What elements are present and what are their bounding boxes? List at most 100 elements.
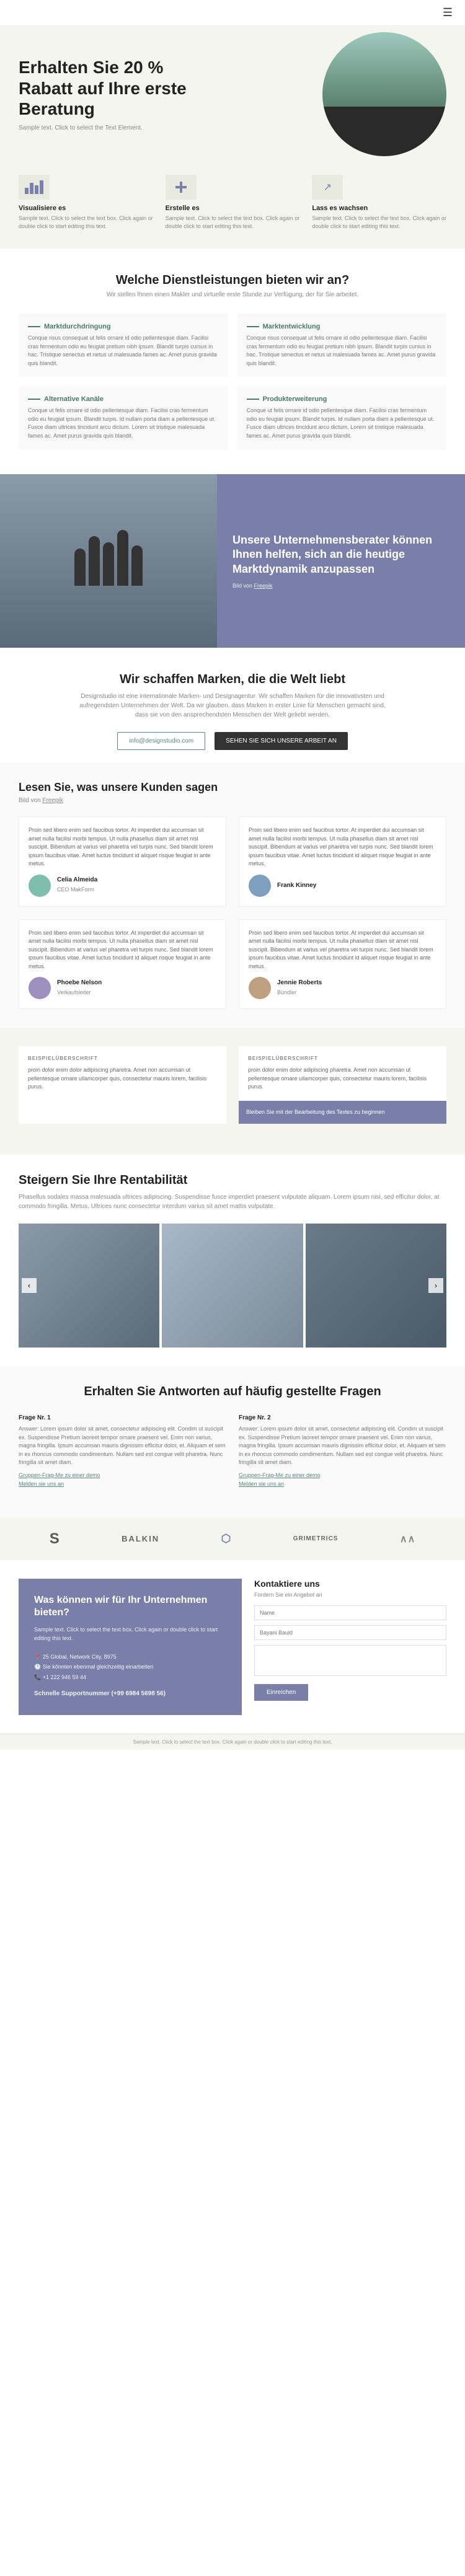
- service-desc: Conque ut felis ornare id odio pellentes…: [28, 407, 219, 440]
- services-section: Welche Dienstleistungen bieten wir an? W…: [0, 249, 465, 474]
- faq-item-1: Frage Nr. 2 Answer: Lorem ipsum dolor si…: [239, 1414, 446, 1487]
- split-section: Unsere Unternehmensberater können Ihnen …: [0, 474, 465, 648]
- logo-1: BALKIN: [122, 1534, 159, 1543]
- service-desc: Conque risus consequat ut felis ornare i…: [247, 334, 438, 368]
- plus-icon: [175, 182, 187, 193]
- service-title: Marktdurchdringung: [28, 323, 219, 330]
- logo-0: S: [50, 1530, 60, 1548]
- split-sublabel: Bild von Freepik: [232, 583, 450, 589]
- blog-label-1: BEISPIELÜBERSCHRIFT: [28, 1056, 217, 1061]
- author-info: Jennie Roberts Bündler: [277, 979, 322, 997]
- clock-icon: 🕐: [34, 1664, 43, 1670]
- email-input[interactable]: [254, 1625, 446, 1640]
- feature-title: Visualisiere es: [19, 205, 153, 212]
- logos-section: S BALKIN ⬡ GRIMETRICS ∧∧: [0, 1518, 465, 1560]
- person-silhouette: [131, 545, 143, 586]
- brand-desc: Designstudio ist eine internationale Mar…: [78, 692, 388, 720]
- address-line: 📍 25 Global, Network City, 8975: [34, 1652, 226, 1662]
- service-card-1: Marktentwicklung Conque risus consequat …: [237, 314, 447, 377]
- faq-link-2[interactable]: Melden sie uns an: [19, 1481, 226, 1487]
- author-name: Jennie Roberts: [277, 979, 322, 986]
- visit-line: 🕐 Sie könnten ebenmal gleichzeitig einar…: [34, 1662, 226, 1672]
- menu-icon[interactable]: ☰: [443, 6, 453, 19]
- hero-headline: Erhalten Sie 20 % Rabatt auf Ihre erste …: [19, 57, 192, 120]
- brand-buttons: info@designstudio.com SEHEN SIE SICH UNS…: [19, 732, 446, 750]
- create-icon-box: [166, 175, 197, 200]
- footer-right: Kontaktiere uns Fordern Sie ein Angebot …: [254, 1579, 446, 1715]
- avatar: [29, 977, 51, 999]
- service-desc: Conque risus consequat ut felis ornare i…: [28, 334, 219, 368]
- person-silhouette: [117, 530, 128, 586]
- faq-link-3[interactable]: Gruppen-Frag-Me zu einer demo: [239, 1472, 446, 1478]
- service-title: Produkterweiterung: [247, 395, 438, 403]
- testimonial-author: Celia Almeida CEO MakForm: [29, 875, 216, 897]
- blog-text-2: proin dolor enim dolor adipiscing pharet…: [248, 1066, 437, 1092]
- testimonial-text: Proin sed libero enim sed faucibus torto…: [249, 826, 436, 868]
- topbar: ☰: [0, 0, 465, 26]
- testimonial-author: Jennie Roberts Bündler: [249, 977, 436, 999]
- footer-right-sublabel: Fordern Sie ein Angebot an: [254, 1592, 446, 1598]
- author-info: Celia Almeida CEO MakForm: [57, 876, 97, 894]
- blog-section: BEISPIELÜBERSCHRIFT proin dolor enim dol…: [0, 1028, 465, 1155]
- footer-left-headline: Was können wir für Ihr Unternehmen biete…: [34, 1594, 226, 1620]
- testimonial-text: Proin sed libero enim sed faucibus torto…: [249, 929, 436, 971]
- service-title: Alternative Kanäle: [28, 395, 219, 403]
- features-strip: Visualisiere es Sample text. Click to se…: [0, 162, 465, 249]
- people-silhouettes: [74, 530, 143, 592]
- message-field-group: [254, 1645, 446, 1679]
- brand-section: Wir schaffen Marken, die die Welt liebt …: [0, 648, 465, 762]
- blog-right: BEISPIELÜBERSCHRIFT proin dolor enim dol…: [239, 1046, 446, 1124]
- author-role: Verkaufsleiter: [57, 989, 91, 995]
- testimonial-0: Proin sed libero enim sed faucibus torto…: [19, 816, 226, 907]
- services-grid: Marktdurchdringung Conque risus consequa…: [19, 314, 446, 449]
- testimonials-link[interactable]: Freepik: [42, 797, 63, 804]
- hero-person-photo: [322, 32, 446, 156]
- blog-label-2: BEISPIELÜBERSCHRIFT: [248, 1056, 437, 1061]
- feature-desc: Sample text. Click to select the text bo…: [312, 214, 446, 230]
- testimonials-section: Lesen Sie, was unsere Kunden sagen Bild …: [0, 762, 465, 1028]
- avatar: [29, 875, 51, 897]
- testimonial-2: Proin sed libero enim sed faucibus torto…: [19, 919, 226, 1010]
- author-info: Phoebe Nelson Verkaufsleiter: [57, 979, 102, 997]
- brand-headline: Wir schaffen Marken, die die Welt liebt: [19, 673, 446, 687]
- profitability-section: Steigern Sie Ihre Rentabilität Phasellus…: [0, 1155, 465, 1366]
- name-field-group: [254, 1605, 446, 1620]
- profit-images: ‹ ›: [19, 1224, 446, 1348]
- testimonial-text: Proin sed libero enim sed faucibus torto…: [29, 826, 216, 868]
- logo-3: GRIMETRICS: [293, 1535, 339, 1542]
- work-button[interactable]: SEHEN SIE SICH UNSERE ARBEIT AN: [215, 732, 348, 750]
- faq-item-0: Frage Nr. 1 Answer: Lorem ipsum dolor si…: [19, 1414, 226, 1487]
- author-name: Frank Kinney: [277, 882, 316, 889]
- faq-link-1[interactable]: Gruppen-Frag-Me zu einer demo: [19, 1472, 226, 1478]
- person-silhouette: [89, 536, 100, 586]
- grow-icon-box: ↗: [312, 175, 343, 200]
- author-name: Celia Almeida: [57, 876, 97, 883]
- author-role: Bündler: [277, 989, 296, 995]
- message-input[interactable]: [254, 1645, 446, 1676]
- bottom-bar: Sample text. Click to select the text bo…: [0, 1734, 465, 1750]
- testimonials-headline: Lesen Sie, was unsere Kunden sagen: [19, 781, 446, 794]
- email-button[interactable]: info@designstudio.com: [117, 732, 205, 750]
- profit-image-2: [162, 1224, 303, 1348]
- service-card-0: Marktdurchdringung Conque risus consequa…: [19, 314, 228, 377]
- location-icon: 📍: [34, 1654, 43, 1660]
- team-photo: [0, 474, 217, 648]
- hero-section: Erhalten Sie 20 % Rabatt auf Ihre erste …: [0, 26, 465, 162]
- faq-headline: Erhalten Sie Antworten auf häufig gestel…: [19, 1385, 446, 1399]
- person-silhouette: [103, 542, 114, 586]
- split-sublabel-link[interactable]: Freepik: [254, 583, 273, 589]
- split-headline: Unsere Unternehmensberater können Ihnen …: [232, 533, 450, 576]
- footer-left-desc: Sample text. Click to select the text bo…: [34, 1626, 226, 1643]
- feature-create: Erstelle es Sample text. Click to select…: [166, 175, 300, 230]
- profit-desc: Phasellus sodales massa malesuada ultric…: [19, 1193, 446, 1211]
- name-input[interactable]: [254, 1605, 446, 1620]
- phone-icon: 📞: [34, 1674, 43, 1680]
- faq-link-4[interactable]: Melden sie uns an: [239, 1481, 446, 1487]
- submit-button[interactable]: Einreichen: [254, 1684, 308, 1701]
- blog-card-1: BEISPIELÜBERSCHRIFT proin dolor enim dol…: [19, 1046, 226, 1124]
- email-field-group: [254, 1625, 446, 1640]
- prev-arrow-button[interactable]: ‹: [22, 1278, 37, 1293]
- footer-cta: Was können wir für Ihr Unternehmen biete…: [0, 1560, 465, 1734]
- service-desc: Conque ut felis ornare id odio pellentes…: [247, 407, 438, 440]
- next-arrow-button[interactable]: ›: [428, 1278, 443, 1293]
